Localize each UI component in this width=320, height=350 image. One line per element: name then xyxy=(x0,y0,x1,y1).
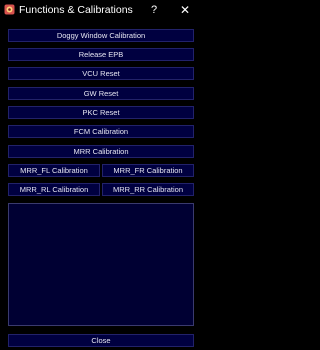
mrr-fr-calibration-label: MRR_FR Calibration xyxy=(113,166,183,175)
title-bar: Functions & Calibrations ? ✕ xyxy=(0,0,200,20)
fcm-calibration-button[interactable]: FCM Calibration xyxy=(8,125,194,138)
mrr-calibration-label: MRR Calibration xyxy=(73,147,129,156)
app-logo-icon xyxy=(4,4,15,15)
mrr-rl-calibration-button[interactable]: MRR_RL Calibration xyxy=(8,183,100,196)
output-log-area[interactable] xyxy=(8,203,194,326)
pkc-reset-button[interactable]: PKC Reset xyxy=(8,106,194,119)
close-button[interactable]: Close xyxy=(8,334,194,347)
mrr-calibration-button[interactable]: MRR Calibration xyxy=(8,145,194,158)
doggy-window-calibration-label: Doggy Window Calibration xyxy=(56,31,146,40)
window-title: Functions & Calibrations xyxy=(19,4,133,16)
doggy-window-calibration-button[interactable]: Doggy Window Calibration xyxy=(8,29,194,42)
mrr-fl-calibration-label: MRR_FL Calibration xyxy=(20,166,88,175)
mrr-fl-calibration-button[interactable]: MRR_FL Calibration xyxy=(8,164,100,177)
pkc-reset-label: PKC Reset xyxy=(82,108,120,117)
release-epb-label: Release EPB xyxy=(78,50,124,59)
mrr-rl-calibration-label: MRR_RL Calibration xyxy=(19,185,89,194)
vcu-reset-button[interactable]: VCU Reset xyxy=(8,67,194,80)
gw-reset-label: GW Reset xyxy=(83,89,119,98)
window-close-button[interactable]: ✕ xyxy=(174,0,196,20)
help-button[interactable]: ? xyxy=(143,0,165,20)
mrr-rr-calibration-label: MRR_RR Calibration xyxy=(112,185,184,194)
release-epb-button[interactable]: Release EPB xyxy=(8,48,194,61)
vcu-reset-label: VCU Reset xyxy=(82,69,120,78)
fcm-calibration-label: FCM Calibration xyxy=(73,127,129,136)
close-label: Close xyxy=(91,336,111,345)
gw-reset-button[interactable]: GW Reset xyxy=(8,87,194,100)
mrr-fr-calibration-button[interactable]: MRR_FR Calibration xyxy=(102,164,194,177)
mrr-rr-calibration-button[interactable]: MRR_RR Calibration xyxy=(102,183,194,196)
